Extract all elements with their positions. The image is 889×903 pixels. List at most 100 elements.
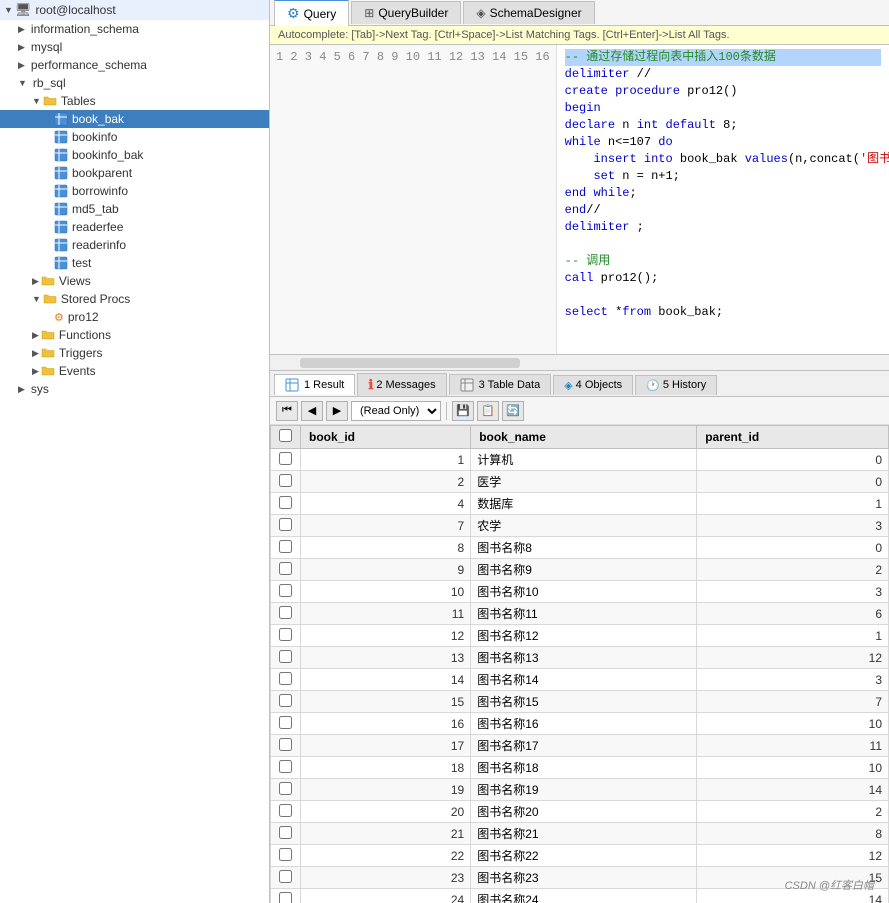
sidebar-label-rb_sql: rb_sql [33, 76, 66, 90]
row-checkbox-7[interactable] [271, 603, 301, 625]
row-checkbox-20[interactable] [271, 889, 301, 903]
sidebar-item-tables[interactable]: ▼Tables [0, 92, 269, 110]
row-checkbox-input[interactable] [279, 716, 292, 729]
table-row: 4数据库1 [271, 493, 889, 515]
sidebar-item-pro12[interactable]: ⚙pro12 [0, 308, 269, 326]
code-content[interactable]: -- 通过存储过程向表中插入100条数据delimiter //create p… [557, 45, 889, 354]
row-checkbox-input[interactable] [279, 870, 292, 883]
result-tab-bar: 1 Resultℹ2 Messages3 Table Data◈4 Object… [270, 371, 889, 397]
row-checkbox-input[interactable] [279, 892, 292, 903]
row-checkbox-input[interactable] [279, 848, 292, 861]
sidebar-item-test[interactable]: test [0, 254, 269, 272]
row-checkbox-input[interactable] [279, 782, 292, 795]
sidebar-item-performance_schema[interactable]: ▶performance_schema [0, 56, 269, 74]
row-checkbox-14[interactable] [271, 757, 301, 779]
prev-record-button[interactable]: ◀ [301, 401, 323, 421]
row-checkbox-input[interactable] [279, 804, 292, 817]
row-checkbox-input[interactable] [279, 606, 292, 619]
select-all-checkbox[interactable] [279, 429, 292, 442]
result-tab-label-messages: 2 Messages [376, 379, 435, 391]
row-checkbox-input[interactable] [279, 452, 292, 465]
sidebar-item-stored_procs[interactable]: ▼Stored Procs [0, 290, 269, 308]
sidebar-item-bookinfo[interactable]: bookinfo [0, 128, 269, 146]
row-checkbox-input[interactable] [279, 518, 292, 531]
row-checkbox-19[interactable] [271, 867, 301, 889]
result-tab-objects[interactable]: ◈4 Objects [553, 375, 633, 395]
result-tab-messages[interactable]: ℹ2 Messages [357, 373, 446, 396]
row-checkbox-input[interactable] [279, 826, 292, 839]
row-checkbox-input[interactable] [279, 496, 292, 509]
row-checkbox-17[interactable] [271, 823, 301, 845]
row-checkbox-2[interactable] [271, 493, 301, 515]
row-checkbox-15[interactable] [271, 779, 301, 801]
sidebar-item-bookinfo_bak[interactable]: bookinfo_bak [0, 146, 269, 164]
row-checkbox-4[interactable] [271, 537, 301, 559]
sidebar-item-readerinfo[interactable]: readerinfo [0, 236, 269, 254]
row-checkbox-18[interactable] [271, 845, 301, 867]
row-checkbox-9[interactable] [271, 647, 301, 669]
cell-book-id: 21 [301, 823, 471, 845]
sidebar-item-triggers[interactable]: ▶Triggers [0, 344, 269, 362]
sidebar-item-rb_sql[interactable]: ▼rb_sql [0, 74, 269, 92]
row-checkbox-input[interactable] [279, 738, 292, 751]
readonly-select[interactable]: (Read Only) [351, 401, 441, 421]
row-checkbox-3[interactable] [271, 515, 301, 537]
table-icon [54, 112, 68, 126]
row-checkbox-input[interactable] [279, 694, 292, 707]
sidebar-label-sys: sys [31, 382, 49, 396]
sidebar-item-information_schema[interactable]: ▶information_schema [0, 20, 269, 38]
row-checkbox-input[interactable] [279, 650, 292, 663]
result-tab-result[interactable]: 1 Result [274, 374, 355, 395]
refresh-button[interactable]: 🔄 [502, 401, 524, 421]
row-checkbox-input[interactable] [279, 474, 292, 487]
row-checkbox-11[interactable] [271, 691, 301, 713]
row-checkbox-input[interactable] [279, 562, 292, 575]
sidebar-item-views[interactable]: ▶Views [0, 272, 269, 290]
cell-book-id: 24 [301, 889, 471, 903]
row-checkbox-input[interactable] [279, 540, 292, 553]
export-button[interactable]: 💾 [452, 401, 474, 421]
result-tab-history[interactable]: 🕐5 History [635, 375, 717, 395]
tab-query[interactable]: ⚙Query [274, 0, 349, 26]
tab-schemadesigner[interactable]: ◈SchemaDesigner [463, 1, 594, 24]
cell-book-name: 图书名称9 [471, 559, 697, 581]
data-table-wrap[interactable]: book_idbook_nameparent_id 1计算机02医学04数据库1… [270, 425, 889, 903]
tab-querybuilder[interactable]: ⊞QueryBuilder [351, 1, 461, 24]
row-checkbox-input[interactable] [279, 584, 292, 597]
copy-button[interactable]: 📋 [477, 401, 499, 421]
row-checkbox-13[interactable] [271, 735, 301, 757]
horizontal-scrollbar[interactable] [300, 358, 520, 368]
row-checkbox-input[interactable] [279, 760, 292, 773]
next-record-button[interactable]: ▶ [326, 401, 348, 421]
sidebar-item-root[interactable]: ▼🖥root@localhost [0, 0, 269, 20]
result-tab-tabledata[interactable]: 3 Table Data [449, 374, 552, 395]
first-record-button[interactable]: ⏮ [276, 401, 298, 421]
sidebar-item-book_bak[interactable]: book_bak [0, 110, 269, 128]
cell-parent-id: 12 [697, 647, 889, 669]
sidebar-item-md5_tab[interactable]: md5_tab [0, 200, 269, 218]
cell-book-name: 计算机 [471, 449, 697, 471]
tab-label-schemadesigner: SchemaDesigner [490, 6, 582, 20]
row-checkbox-8[interactable] [271, 625, 301, 647]
cell-book-id: 8 [301, 537, 471, 559]
sidebar-item-functions[interactable]: ▶Functions [0, 326, 269, 344]
row-checkbox-input[interactable] [279, 672, 292, 685]
row-checkbox-12[interactable] [271, 713, 301, 735]
expand-icon-mysql: ▶ [18, 42, 25, 53]
row-checkbox-10[interactable] [271, 669, 301, 691]
row-checkbox-0[interactable] [271, 449, 301, 471]
row-checkbox-input[interactable] [279, 628, 292, 641]
table-row: 17图书名称1711 [271, 735, 889, 757]
row-checkbox-5[interactable] [271, 559, 301, 581]
sidebar-item-readerfee[interactable]: readerfee [0, 218, 269, 236]
code-line-16: select *from book_bak; [565, 304, 881, 321]
sidebar-item-sys[interactable]: ▶sys [0, 380, 269, 398]
row-checkbox-16[interactable] [271, 801, 301, 823]
row-checkbox-6[interactable] [271, 581, 301, 603]
cell-book-id: 20 [301, 801, 471, 823]
sidebar-item-mysql[interactable]: ▶mysql [0, 38, 269, 56]
row-checkbox-1[interactable] [271, 471, 301, 493]
sidebar-item-bookparent[interactable]: bookparent [0, 164, 269, 182]
sidebar-item-borrowinfo[interactable]: borrowinfo [0, 182, 269, 200]
sidebar-item-events[interactable]: ▶Events [0, 362, 269, 380]
